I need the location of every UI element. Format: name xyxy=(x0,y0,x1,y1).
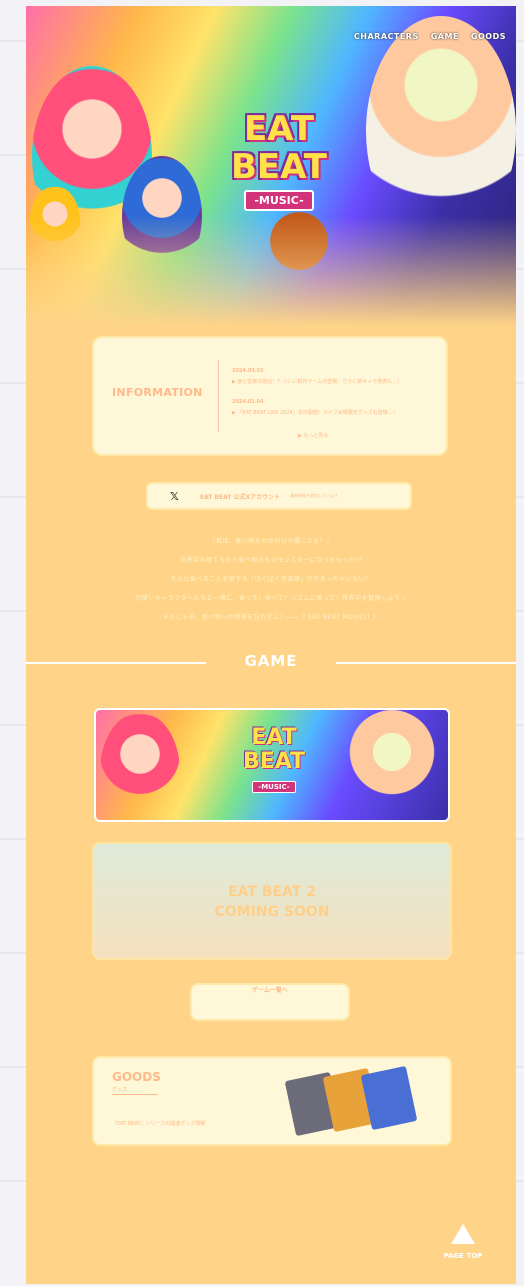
news-item[interactable]: 2024.03.02 ▶ 食と音楽の融合！？ついに新作ゲームが登場、さらに新キャ… xyxy=(232,368,432,385)
intro-line: 世界中の捨てられた食べ物たちがモンスターになっちゃった!? xyxy=(180,557,362,564)
nav-game[interactable]: GAME xyxy=(431,32,459,41)
logo-beat: BEAT xyxy=(230,147,327,187)
character-chef xyxy=(366,16,516,246)
logo-eat: EAT xyxy=(243,109,315,149)
x-account-banner[interactable]: 𝕏 EAT BEAT 公式Xアカウント 最新情報を発信しています xyxy=(148,484,410,508)
card-logo: EAT BEAT -MUSIC- xyxy=(224,726,324,793)
goods-subheading: グッズ xyxy=(112,1087,128,1093)
game-card-eat-beat[interactable]: EAT BEAT -MUSIC- xyxy=(94,708,450,822)
x-logo-icon: 𝕏 xyxy=(170,489,179,503)
intro-text: 「君は、食べ物たちの叫びが聞こえる？」 世界中の捨てられた食べ物たちがモンスター… xyxy=(26,536,516,631)
game-section-heading: GAME xyxy=(26,652,516,672)
information-divider xyxy=(218,360,219,432)
intro-line: そんな食べることを愛する「ぱくぱく音楽隊」がだまっちゃいない！ xyxy=(170,576,372,583)
game-list-button[interactable]: ゲーム一覧へ xyxy=(192,985,348,1019)
coming-soon-text: EAT BEAT 2 COMING SOON xyxy=(94,882,450,922)
page-top-label: PAGE TOP xyxy=(443,1252,483,1260)
card-logo-eat: EAT xyxy=(251,725,297,750)
news-date: 2024.03.02 xyxy=(232,368,264,374)
intro-line: 可愛いキャラクターたちと一緒に、食って！食べて！リズムに乗って！世界中を冒険しよ… xyxy=(135,595,407,602)
hero-fade xyxy=(26,216,516,326)
news-text: ▶ 「EAT BEAT LIVE 2024」本日開催！ライブ会場限定グッズも登場… xyxy=(232,410,398,416)
coming-soon-subtitle: COMING SOON xyxy=(214,904,330,920)
card-logo-beat: BEAT xyxy=(242,749,306,774)
goods-heading: GOODS xyxy=(112,1070,161,1084)
goods-description: 「EAT BEAT」シリーズの関連グッズ情報 xyxy=(112,1121,206,1127)
page-top-button[interactable]: PAGE TOP xyxy=(438,1224,488,1260)
nav-goods[interactable]: GOODS xyxy=(471,32,506,41)
news-date: 2024.02.04 xyxy=(232,399,264,405)
nav-characters[interactable]: CHARACTERS xyxy=(354,32,419,41)
card-character-chef xyxy=(342,710,442,820)
news-item[interactable]: 2024.02.04 ▶ 「EAT BEAT LIVE 2024」本日開催！ライ… xyxy=(232,399,432,416)
x-account-label: EAT BEAT 公式Xアカウント xyxy=(200,493,281,501)
game-card-coming-soon[interactable]: EAT BEAT 2 COMING SOON xyxy=(94,844,450,958)
page: CHARACTERS GAME GOODS EAT BEAT -MUSIC- I… xyxy=(26,6,516,1284)
game-heading-label: GAME xyxy=(244,652,298,670)
card-logo-music: -MUSIC- xyxy=(252,781,296,793)
intro-line: それじゃあ、食べ物への感謝を忘れずに！――《 EAT BEAT MUSIC!! … xyxy=(162,614,380,621)
intro-line: 「君は、食べ物たちの叫びが聞こえる？」 xyxy=(209,538,333,545)
information-panel: INFORMATION 2024.03.02 ▶ 食と音楽の融合！？ついに新作ゲ… xyxy=(94,338,446,454)
eat-beat-logo: EAT BEAT -MUSIC- xyxy=(194,110,364,211)
news-text: ▶ 食と音楽の融合！？ついに新作ゲームが登場、さらに新キャラ発表も…！ xyxy=(232,379,403,385)
news-list: 2024.03.02 ▶ 食と音楽の融合！？ついに新作ゲームが登場、さらに新キャ… xyxy=(232,368,432,430)
goods-underline xyxy=(112,1094,158,1095)
top-nav: CHARACTERS GAME GOODS xyxy=(354,32,506,41)
goods-card[interactable]: GOODS グッズ 「EAT BEAT」シリーズの関連グッズ情報 xyxy=(94,1058,450,1144)
hero-banner: CHARACTERS GAME GOODS EAT BEAT -MUSIC- xyxy=(26,6,516,326)
card-character-girl xyxy=(100,712,180,820)
more-link[interactable]: ▶ もっと見る xyxy=(298,432,328,439)
arrow-up-icon xyxy=(451,1224,475,1244)
coming-soon-title: EAT BEAT 2 xyxy=(228,884,316,900)
information-title: INFORMATION xyxy=(112,386,203,399)
logo-music: -MUSIC- xyxy=(244,190,314,211)
x-account-sub: 最新情報を発信しています xyxy=(290,493,339,498)
